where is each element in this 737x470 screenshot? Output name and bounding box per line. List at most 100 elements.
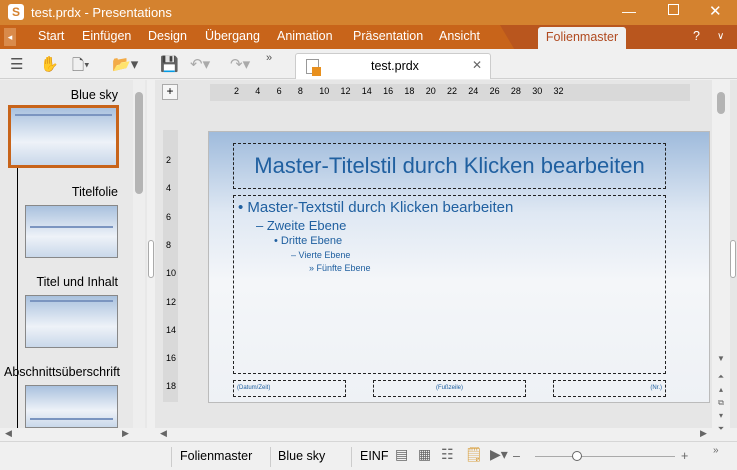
footer-placeholder[interactable]: (Fußzeile) (373, 380, 526, 397)
ruler-tick-label: 12 (166, 296, 177, 307)
window-title: test.prdx - Presentations (31, 5, 172, 20)
menu-animation[interactable]: Animation (277, 29, 333, 43)
ruler-tick-label: 24 (468, 86, 479, 96)
status-insert-mode: EINF (360, 449, 389, 463)
layout-label-abschnitt: Abschnittsüberschrift (4, 365, 121, 379)
ruler-tick-label: 6 (276, 86, 282, 96)
zoom-in-button[interactable]: + (681, 449, 688, 463)
save-icon[interactable]: 💾 (160, 55, 179, 73)
view-sorter-icon[interactable]: ▦ (418, 446, 431, 463)
ruler-tick-label: 22 (447, 86, 458, 96)
maximize-button[interactable] (668, 4, 679, 15)
document-tab-label: test.prdx (371, 59, 419, 73)
layout-thumbnail-titel-inhalt[interactable] (25, 295, 118, 348)
right-panel-toggle[interactable] (730, 240, 736, 278)
layout-thumbnail-titelfolie[interactable] (25, 205, 118, 258)
close-button[interactable]: ✕ (709, 2, 722, 20)
menu-praesentation[interactable]: Präsentation (353, 29, 423, 43)
minimize-button[interactable]: — (622, 3, 636, 19)
layout-label-titelfolie: Titelfolie (71, 185, 118, 199)
ruler-tick-label: 12 (340, 86, 351, 96)
menu-start[interactable]: Start (38, 29, 64, 43)
hand-icon[interactable]: ✋ (40, 55, 59, 73)
chevron-down-icon[interactable]: ∨ (717, 31, 724, 42)
menu-lines-icon[interactable]: ☰ (10, 55, 23, 73)
ribbon-collapse-button[interactable]: ◂ (4, 28, 16, 46)
ruler-corner[interactable]: + (162, 84, 178, 100)
open-folder-icon[interactable]: 📂▾ (112, 55, 138, 73)
horizontal-ruler: 2 4 6 8 10 12 14 16 18 20 22 24 26 28 30 32 (210, 84, 690, 101)
ruler-tick-label: 4 (255, 86, 261, 96)
level-5-text: » Fünfte Ebene (309, 263, 371, 273)
new-document-icon[interactable]: 🗋▾ (72, 55, 90, 80)
footer-text: (Fußzeile) (435, 385, 463, 391)
close-tab-icon[interactable]: ✕ (472, 58, 482, 72)
menu-bar: ◂ Start Einfügen Design Übergang Animati… (0, 25, 737, 49)
ruler-tick-label: 8 (166, 239, 172, 250)
slideshow-icon[interactable]: ▶▾ (490, 446, 508, 463)
view-normal-icon[interactable]: ▤ (395, 446, 408, 463)
slide-navigation-icons[interactable]: ⏶ ▴ ⧉ ▾ ⏷ (712, 370, 730, 435)
ruler-tick-label: 18 (166, 381, 177, 392)
master-slide-panel: Blue sky Titelfolie Titel und Inhalt Abs… (0, 80, 147, 428)
ruler-tick-label: 16 (166, 353, 177, 364)
vertical-scrollbar[interactable]: ▼ ⏶ ▴ ⧉ ▾ ⏷ (712, 80, 730, 433)
ruler-tick-label: 2 (166, 155, 172, 165)
slide-number-text: (Nr.) (650, 385, 662, 391)
master-thumbnail[interactable] (8, 105, 119, 168)
overflow-icon[interactable]: » (713, 445, 719, 456)
ruler-tick-label: 26 (489, 86, 500, 96)
title-placeholder[interactable]: Master-Titelstil durch Klicken bearbeite… (233, 143, 666, 189)
level-3-text: • Dritte Ebene (274, 235, 343, 247)
ruler-tick-label: 16 (383, 86, 394, 96)
level-2-text: – Zweite Ebene (256, 218, 347, 233)
zoom-slider[interactable] (535, 451, 675, 461)
ruler-tick-label: 14 (166, 324, 177, 335)
ruler-tick-label: 32 (553, 86, 564, 96)
ruler-tick-label: 10 (166, 268, 177, 279)
body-placeholder[interactable]: • Master-Textstil durch Klicken bearbeit… (233, 195, 666, 374)
tab-folienmaster[interactable]: Folienmaster (538, 27, 626, 49)
slide-number-placeholder[interactable]: (Nr.) (553, 380, 666, 397)
slide-canvas[interactable]: Master-Titelstil durch Klicken bearbeite… (208, 131, 710, 403)
date-placeholder[interactable]: (Datum/Zeit) (233, 380, 346, 397)
app-icon: S (8, 4, 24, 20)
editor-hscrollbar[interactable]: ◀ ▶ (155, 428, 712, 441)
sidebar-scrollbar[interactable] (133, 80, 145, 428)
ruler-tick-label: 20 (425, 86, 436, 96)
layout-thumbnail-abschnitt[interactable] (25, 385, 118, 428)
ruler-tick-label: 10 (319, 86, 330, 96)
level-4-text: – Vierte Ebene (291, 250, 351, 260)
ruler-tick-label: 2 (234, 86, 240, 96)
status-mode: Folienmaster (180, 449, 253, 463)
layout-label-titel-inhalt: Titel und Inhalt (36, 275, 118, 289)
overflow-icon[interactable]: » (266, 52, 272, 64)
tree-line (17, 168, 18, 428)
view-notes-icon[interactable]: 🗒 (465, 446, 483, 463)
help-button[interactable]: ? (693, 29, 700, 43)
ruler-tick-label: 14 (361, 86, 372, 96)
redo-icon[interactable]: ↷▾ (230, 55, 250, 73)
ruler-tick-label: 4 (166, 183, 172, 194)
panel-splitter[interactable] (148, 240, 154, 278)
master-label: Blue sky (70, 88, 118, 102)
date-text: (Datum/Zeit) (237, 385, 271, 391)
menu-ansicht[interactable]: Ansicht (439, 29, 480, 43)
slide-title: Master-Titelstil durch Klicken bearbeite… (254, 153, 645, 178)
ruler-tick-label: 6 (166, 211, 172, 222)
undo-icon[interactable]: ↶▾ (190, 55, 210, 73)
menu-einfuegen[interactable]: Einfügen (82, 29, 131, 43)
view-outline-icon[interactable]: ☷ (441, 446, 454, 463)
ruler-tick-label: 28 (510, 86, 521, 96)
zoom-out-button[interactable]: – (513, 449, 520, 463)
sidebar-hscrollbar[interactable]: ◀ ▶ (0, 428, 147, 441)
ruler-tick-label: 18 (404, 86, 415, 96)
ruler-tick-label: 8 (297, 86, 303, 96)
status-master-name: Blue sky (278, 449, 326, 463)
title-bar: S test.prdx - Presentations — ✕ (0, 0, 737, 25)
menu-uebergang[interactable]: Übergang (205, 29, 260, 43)
document-icon (306, 59, 321, 76)
status-bar: Folienmaster Blue sky EINF ▤ ▦ ☷ 🗒 ▶▾ – … (0, 441, 737, 470)
document-tab[interactable]: test.prdx ✕ (295, 53, 491, 79)
menu-design[interactable]: Design (148, 29, 187, 43)
